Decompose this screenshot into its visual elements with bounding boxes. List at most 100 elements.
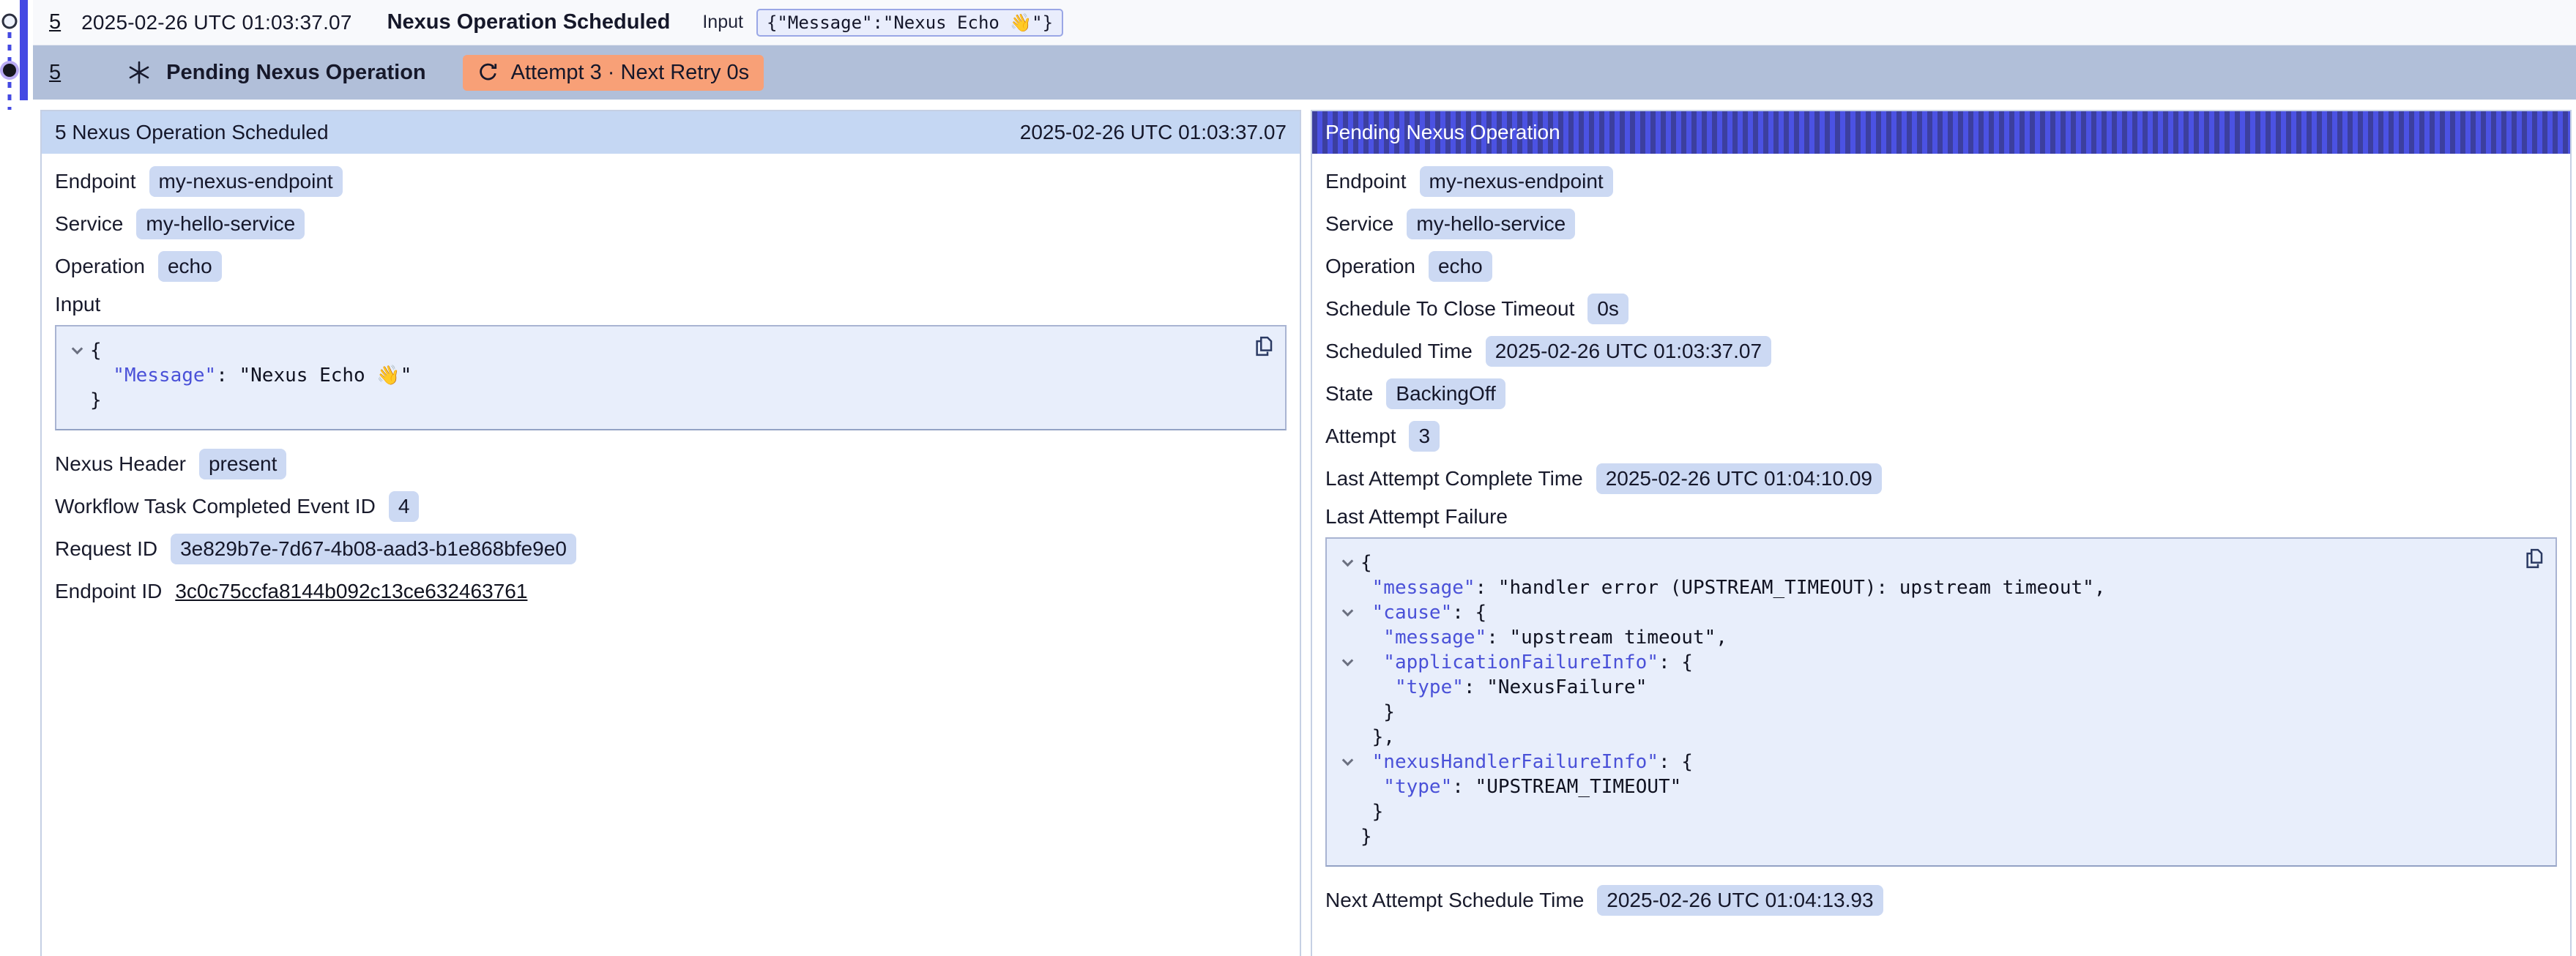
timeline-active-bar [20, 0, 28, 100]
input-block-label: Input [55, 293, 1287, 316]
field-next-attempt-schedule-time: Next Attempt Schedule Time 2025-02-26 UT… [1325, 884, 2557, 916]
field-value-badge: echo [158, 251, 222, 282]
pending-operation-panel: Pending Nexus Operation Endpoint my-nexu… [1311, 110, 2572, 956]
field-endpoint: Endpoint my-nexus-endpoint [55, 165, 1287, 198]
field-label: Service [1325, 212, 1393, 236]
event-title: Pending Nexus Operation [166, 61, 426, 85]
field-label: Operation [55, 255, 145, 278]
json-code-text: "applicationFailureInfo": { [1360, 651, 1693, 673]
scheduled-panel-body: Endpoint my-nexus-endpoint Service my-he… [42, 154, 1300, 630]
timeline-node-current-icon [3, 64, 16, 77]
field-service: Service my-hello-service [55, 208, 1287, 240]
event-input-label: Input [702, 12, 743, 33]
field-endpoint: Endpoint my-nexus-endpoint [1325, 165, 2557, 198]
pending-panel-body: Endpoint my-nexus-endpoint Service my-he… [1312, 154, 2570, 938]
event-id-link[interactable]: 5 [49, 61, 61, 85]
field-request-id: Request ID 3e829b7e-7d67-4b08-aad3-b1e86… [55, 533, 1287, 565]
json-code-line: }, [1334, 725, 2512, 750]
event-history-rows: 5 2025-02-26 UTC 01:03:37.07 Nexus Opera… [33, 0, 2576, 100]
field-operation: Operation echo [1325, 250, 2557, 283]
field-label: Scheduled Time [1325, 340, 1473, 363]
field-value-badge: present [199, 449, 286, 479]
pending-asterisk-icon [127, 60, 152, 85]
field-value-badge: my-hello-service [136, 209, 305, 239]
field-label: Endpoint ID [55, 580, 162, 603]
field-schedule-to-close-timeout: Schedule To Close Timeout 0s [1325, 293, 2557, 325]
field-operation: Operation echo [55, 250, 1287, 283]
field-label: Next Attempt Schedule Time [1325, 889, 1584, 912]
json-code-line: "type": "NexusFailure" [1334, 675, 2512, 700]
field-value-badge: 3 [1409, 421, 1440, 452]
copy-icon[interactable] [1253, 335, 1275, 359]
pending-panel-title: Pending Nexus Operation [1325, 121, 1560, 144]
copy-icon[interactable] [2523, 548, 2545, 572]
json-code-line: "applicationFailureInfo": { [1334, 650, 2512, 675]
json-code-line: } [64, 388, 1241, 413]
chevron-down-icon[interactable] [1334, 761, 1360, 764]
chevron-down-icon[interactable] [1334, 611, 1360, 615]
field-scheduled-time: Scheduled Time 2025-02-26 UTC 01:03:37.0… [1325, 335, 2557, 367]
json-code-line: { [64, 338, 1241, 363]
json-code-line: "message": "upstream timeout", [1334, 625, 2512, 650]
scheduled-panel-header: 5 Nexus Operation Scheduled 2025-02-26 U… [42, 111, 1300, 154]
field-label: Schedule To Close Timeout [1325, 297, 1574, 321]
field-value-badge: BackingOff [1386, 378, 1505, 409]
json-code-text: { [90, 340, 102, 362]
field-value-badge: 3e829b7e-7d67-4b08-aad3-b1e868bfe9e0 [171, 534, 576, 564]
event-title: Nexus Operation Scheduled [387, 10, 671, 34]
retry-icon [477, 61, 499, 83]
field-label: Request ID [55, 537, 157, 561]
chevron-down-icon[interactable] [1334, 661, 1360, 665]
failure-block-label: Last Attempt Failure [1325, 505, 2557, 529]
chevron-down-icon[interactable] [1334, 561, 1360, 565]
detail-panels: 5 Nexus Operation Scheduled 2025-02-26 U… [40, 110, 2572, 956]
scheduled-panel-timestamp: 2025-02-26 UTC 01:03:37.07 [1020, 121, 1287, 144]
json-code-text: { [1360, 552, 1372, 574]
event-row-scheduled[interactable]: 5 2025-02-26 UTC 01:03:37.07 Nexus Opera… [33, 0, 2576, 45]
failure-json-viewer: { "message": "handler error (UPSTREAM_TI… [1325, 537, 2557, 867]
json-code-text: "message": "handler error (UPSTREAM_TIME… [1360, 577, 2105, 599]
json-code-line: "Message": "Nexus Echo 👋" [64, 363, 1241, 388]
json-code-line: } [1334, 700, 2512, 725]
json-code-line: "cause": { [1334, 600, 2512, 625]
json-code-text: "type": "NexusFailure" [1360, 676, 1647, 698]
json-code-text: } [1360, 801, 1383, 823]
field-label: Nexus Header [55, 452, 186, 476]
field-label: Workflow Task Completed Event ID [55, 495, 376, 518]
field-value-badge: 2025-02-26 UTC 01:04:13.93 [1597, 885, 1883, 916]
json-code-text: "message": "upstream timeout", [1360, 627, 1727, 649]
json-code-text: "cause": { [1360, 602, 1486, 624]
json-code-text: } [1360, 701, 1395, 723]
field-value-badge: 0s [1587, 294, 1628, 324]
endpoint-id-link[interactable]: 3c0c75ccfa8144b092c13ce632463761 [175, 580, 527, 603]
event-id-link[interactable]: 5 [49, 10, 61, 34]
json-code-text: } [90, 389, 102, 411]
field-value-badge: my-hello-service [1407, 209, 1575, 239]
field-label: Endpoint [1325, 170, 1407, 193]
field-service: Service my-hello-service [1325, 208, 2557, 240]
json-code-text: } [1360, 826, 1372, 848]
field-label: State [1325, 382, 1373, 406]
timeline-gutter [0, 0, 40, 124]
json-code-text: "Message": "Nexus Echo 👋" [90, 365, 412, 386]
event-input-chip[interactable]: {"Message":"Nexus Echo 👋"} [756, 9, 1063, 37]
json-code-text: }, [1360, 726, 1395, 748]
chevron-down-icon[interactable] [64, 349, 90, 353]
scheduled-event-panel: 5 Nexus Operation Scheduled 2025-02-26 U… [40, 110, 1301, 956]
json-code-line: "type": "UPSTREAM_TIMEOUT" [1334, 774, 2512, 799]
json-code-line: } [1334, 824, 2512, 849]
scheduled-panel-title: 5 Nexus Operation Scheduled [55, 121, 329, 144]
input-json-viewer: { "Message": "Nexus Echo 👋"} [55, 325, 1287, 430]
field-endpoint-id: Endpoint ID 3c0c75ccfa8144b092c13ce63246… [55, 575, 1287, 608]
field-value-badge: 2025-02-26 UTC 01:03:37.07 [1486, 336, 1771, 367]
retry-status-badge: Attempt 3 · Next Retry 0s [463, 55, 764, 91]
json-code-text: "type": "UPSTREAM_TIMEOUT" [1360, 776, 1681, 798]
field-last-attempt-complete-time: Last Attempt Complete Time 2025-02-26 UT… [1325, 463, 2557, 495]
json-code-line: "nexusHandlerFailureInfo": { [1334, 750, 2512, 774]
event-row-pending[interactable]: 5 Pending Nexus Operation Attempt 3 · Ne… [33, 45, 2576, 100]
field-label: Attempt [1325, 425, 1396, 448]
field-value-badge: echo [1429, 251, 1492, 282]
field-label: Operation [1325, 255, 1415, 278]
field-value-badge: 2025-02-26 UTC 01:04:10.09 [1596, 463, 1882, 494]
field-value-badge: my-nexus-endpoint [149, 166, 343, 197]
